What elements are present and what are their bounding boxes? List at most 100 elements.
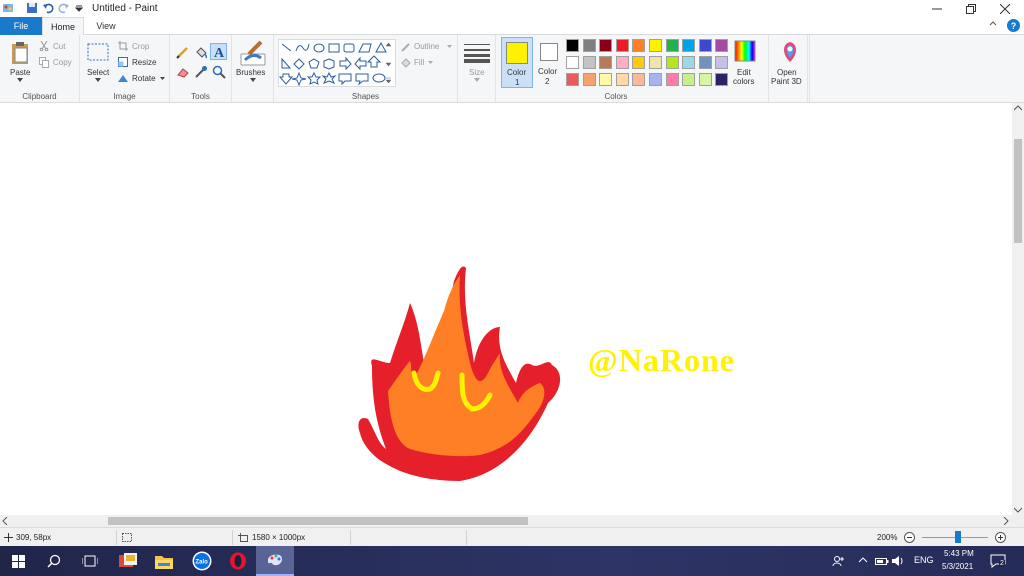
zoom-out-icon[interactable] xyxy=(904,532,915,543)
search-button[interactable] xyxy=(36,546,72,576)
taskbar-app-file-explorer[interactable] xyxy=(146,546,182,576)
taskbar-app-photos[interactable] xyxy=(110,546,146,576)
paste-icon[interactable] xyxy=(10,41,30,65)
outline-button[interactable]: Outline xyxy=(414,42,439,51)
paste-button[interactable]: Paste xyxy=(10,68,30,77)
open-paint3d-label[interactable]: Open xyxy=(777,68,797,77)
cut-icon[interactable] xyxy=(39,41,49,51)
magnifier-icon[interactable] xyxy=(212,65,226,79)
brushes-button[interactable]: Brushes xyxy=(236,68,265,77)
close-button[interactable] xyxy=(988,0,1022,17)
shapes-gallery-icons[interactable] xyxy=(278,40,395,87)
scroll-up-icon[interactable] xyxy=(1014,105,1022,111)
palette-color-swatch[interactable] xyxy=(682,73,696,86)
palette-color-swatch[interactable] xyxy=(566,56,579,69)
paint-app-icon[interactable] xyxy=(2,2,14,14)
rotate-button[interactable]: Rotate xyxy=(132,74,156,83)
tab-home[interactable]: Home xyxy=(42,17,84,36)
palette-color-swatch[interactable] xyxy=(715,39,729,52)
horizontal-scroll-thumb[interactable] xyxy=(108,517,528,525)
palette-color-swatch[interactable] xyxy=(599,73,613,86)
volume-icon[interactable] xyxy=(891,555,905,567)
canvas-area[interactable]: @NaRone xyxy=(0,103,1012,515)
vertical-scroll-thumb[interactable] xyxy=(1014,139,1022,243)
vertical-scrollbar[interactable] xyxy=(1012,103,1024,515)
palette-color-swatch[interactable] xyxy=(682,39,696,52)
palette-color-swatch[interactable] xyxy=(698,39,712,52)
text-tool-button[interactable]: A xyxy=(210,43,227,61)
palette-color-swatch[interactable] xyxy=(566,39,579,52)
palette-color-swatch[interactable] xyxy=(715,56,729,69)
color1-button[interactable]: Color 1 xyxy=(501,37,533,88)
show-hidden-icons-icon[interactable] xyxy=(858,557,868,563)
rotate-dropdown-icon[interactable] xyxy=(160,77,165,80)
size-button[interactable]: Size xyxy=(469,68,485,77)
language-indicator[interactable]: ENG xyxy=(914,555,934,565)
collapse-ribbon-icon[interactable] xyxy=(988,19,998,29)
edit-colors-label[interactable]: Edit xyxy=(737,68,751,77)
taskbar-app-zalo[interactable]: Zalo xyxy=(184,546,220,576)
horizontal-scrollbar[interactable] xyxy=(0,515,1012,527)
palette-color-swatch[interactable] xyxy=(632,73,646,86)
edit-colors-label-2[interactable]: colors xyxy=(733,77,754,86)
task-view-button[interactable] xyxy=(72,546,108,576)
palette-color-swatch[interactable] xyxy=(698,56,712,69)
crop-button[interactable]: Crop xyxy=(132,42,149,51)
eraser-icon[interactable] xyxy=(176,66,190,78)
palette-color-swatch[interactable] xyxy=(566,73,579,86)
open-paint3d-label-2[interactable]: Paint 3D xyxy=(771,77,802,86)
edit-colors-icon[interactable] xyxy=(734,40,756,62)
copy-button[interactable]: Copy xyxy=(53,58,72,67)
select-dropdown-icon[interactable] xyxy=(95,78,101,82)
outline-icon[interactable] xyxy=(400,41,411,52)
color-picker-icon[interactable] xyxy=(194,65,208,79)
select-icon[interactable] xyxy=(87,43,109,61)
palette-color-swatch[interactable] xyxy=(649,56,662,69)
palette-color-swatch[interactable] xyxy=(682,56,696,69)
action-center-button[interactable]: 2 xyxy=(990,553,1006,569)
pencil-icon[interactable] xyxy=(176,45,190,59)
crop-icon[interactable] xyxy=(118,41,128,51)
palette-color-swatch[interactable] xyxy=(649,73,662,86)
shapes-scroll-icon[interactable] xyxy=(386,43,391,83)
palette-color-swatch[interactable] xyxy=(698,73,712,86)
palette-color-swatch[interactable] xyxy=(615,39,629,52)
outline-dropdown-icon[interactable] xyxy=(447,45,452,48)
palette-color-swatch[interactable] xyxy=(582,73,596,86)
palette-color-swatch[interactable] xyxy=(615,73,629,86)
help-button[interactable]: ? xyxy=(1007,19,1020,32)
brushes-dropdown-icon[interactable] xyxy=(250,78,256,82)
zoom-slider-thumb[interactable] xyxy=(955,531,961,543)
taskbar-app-opera[interactable] xyxy=(220,546,256,576)
fill-dropdown-icon[interactable] xyxy=(428,61,433,64)
scroll-right-icon[interactable] xyxy=(1003,517,1009,525)
palette-color-swatch[interactable] xyxy=(599,56,613,69)
palette-color-swatch[interactable] xyxy=(615,56,629,69)
fill-bucket-icon[interactable] xyxy=(194,45,208,59)
customize-quick-access-icon[interactable] xyxy=(73,2,85,14)
scroll-left-icon[interactable] xyxy=(2,517,8,525)
people-icon[interactable] xyxy=(832,555,844,567)
palette-color-swatch[interactable] xyxy=(649,39,662,52)
start-button[interactable] xyxy=(0,546,36,576)
redo-icon[interactable] xyxy=(58,2,70,14)
drawing-canvas[interactable]: @NaRone xyxy=(0,103,1012,515)
copy-icon[interactable] xyxy=(39,57,49,68)
fill-icon[interactable] xyxy=(400,57,411,68)
palette-color-swatch[interactable] xyxy=(665,39,679,52)
palette-color-swatch[interactable] xyxy=(582,56,596,69)
paste-dropdown-icon[interactable] xyxy=(17,78,23,82)
palette-color-swatch[interactable] xyxy=(632,39,646,52)
size-icon[interactable] xyxy=(464,43,490,63)
tab-file[interactable]: File xyxy=(0,17,42,35)
undo-icon[interactable] xyxy=(42,2,54,14)
fill-button[interactable]: Fill xyxy=(414,58,424,67)
palette-color-swatch[interactable] xyxy=(599,39,613,52)
taskbar-app-paint[interactable] xyxy=(256,546,294,576)
clock-date[interactable]: 5/3/2021 xyxy=(942,562,973,571)
palette-color-swatch[interactable] xyxy=(632,56,646,69)
paint3d-icon[interactable] xyxy=(779,40,801,64)
zoom-in-icon[interactable] xyxy=(995,532,1006,543)
brushes-icon[interactable] xyxy=(239,40,267,66)
palette-color-swatch[interactable] xyxy=(582,39,596,52)
